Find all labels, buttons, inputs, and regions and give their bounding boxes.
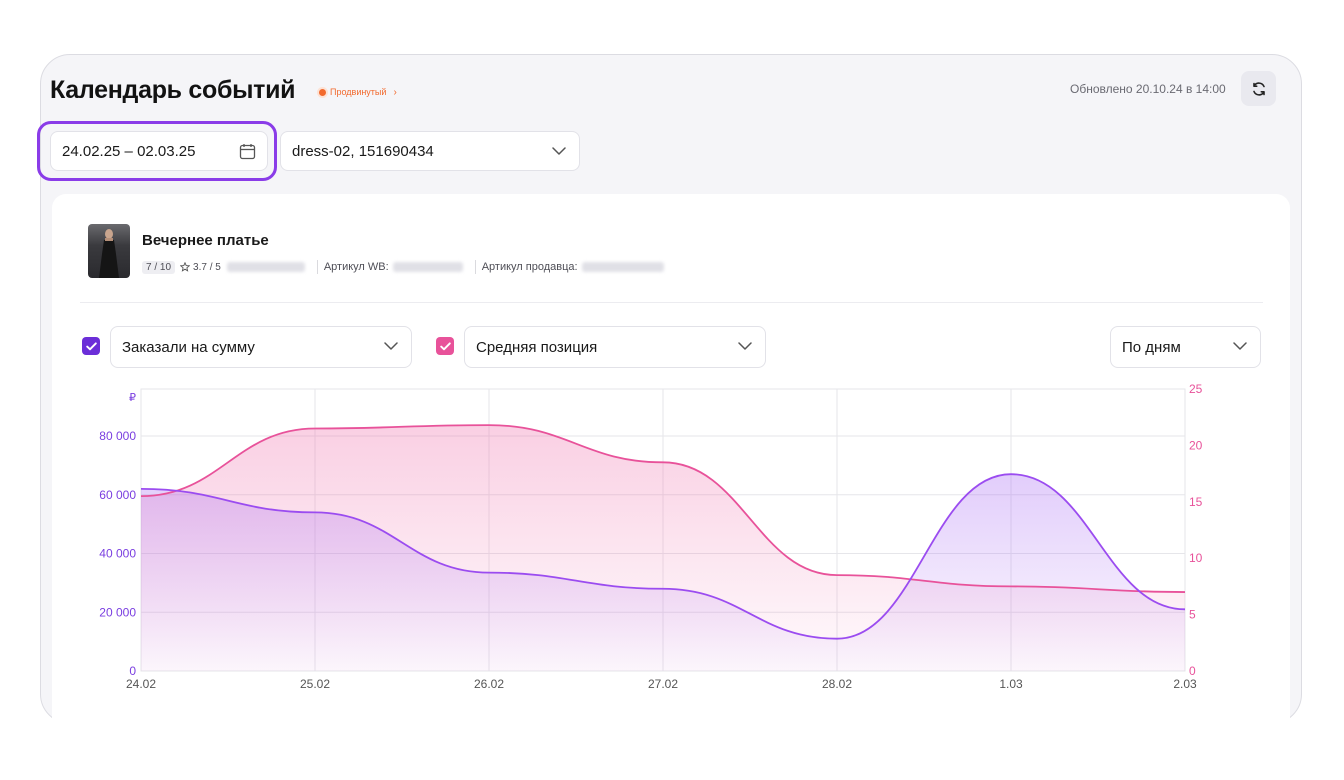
x-tick: 2.03: [1173, 677, 1197, 691]
x-tick: 1.03: [999, 677, 1023, 691]
y-left-unit: ₽: [129, 392, 136, 404]
x-tick: 24.02: [126, 677, 156, 691]
chart: ₽0 20 000 40 000 60 000 80 000 0 5 10 15 20 25 24.0…: [99, 382, 1203, 691]
x-tick: 25.02: [300, 677, 330, 691]
y-right-tick: 5: [1189, 608, 1196, 622]
y-left-tick: 60 000: [99, 488, 136, 502]
y-left-tick: 40 000: [99, 547, 136, 561]
y-left-tick: 0: [129, 664, 136, 678]
y-right-tick: 25: [1189, 382, 1203, 396]
y-right-tick: 10: [1189, 551, 1203, 565]
y-right-tick: 15: [1189, 495, 1203, 509]
x-tick: 27.02: [648, 677, 678, 691]
y-right-tick: 0: [1189, 664, 1196, 678]
y-left-tick: 80 000: [99, 429, 136, 443]
x-tick: 26.02: [474, 677, 504, 691]
x-tick: 28.02: [822, 677, 852, 691]
y-right-tick: 20: [1189, 438, 1203, 452]
y-left-tick: 20 000: [99, 605, 136, 619]
